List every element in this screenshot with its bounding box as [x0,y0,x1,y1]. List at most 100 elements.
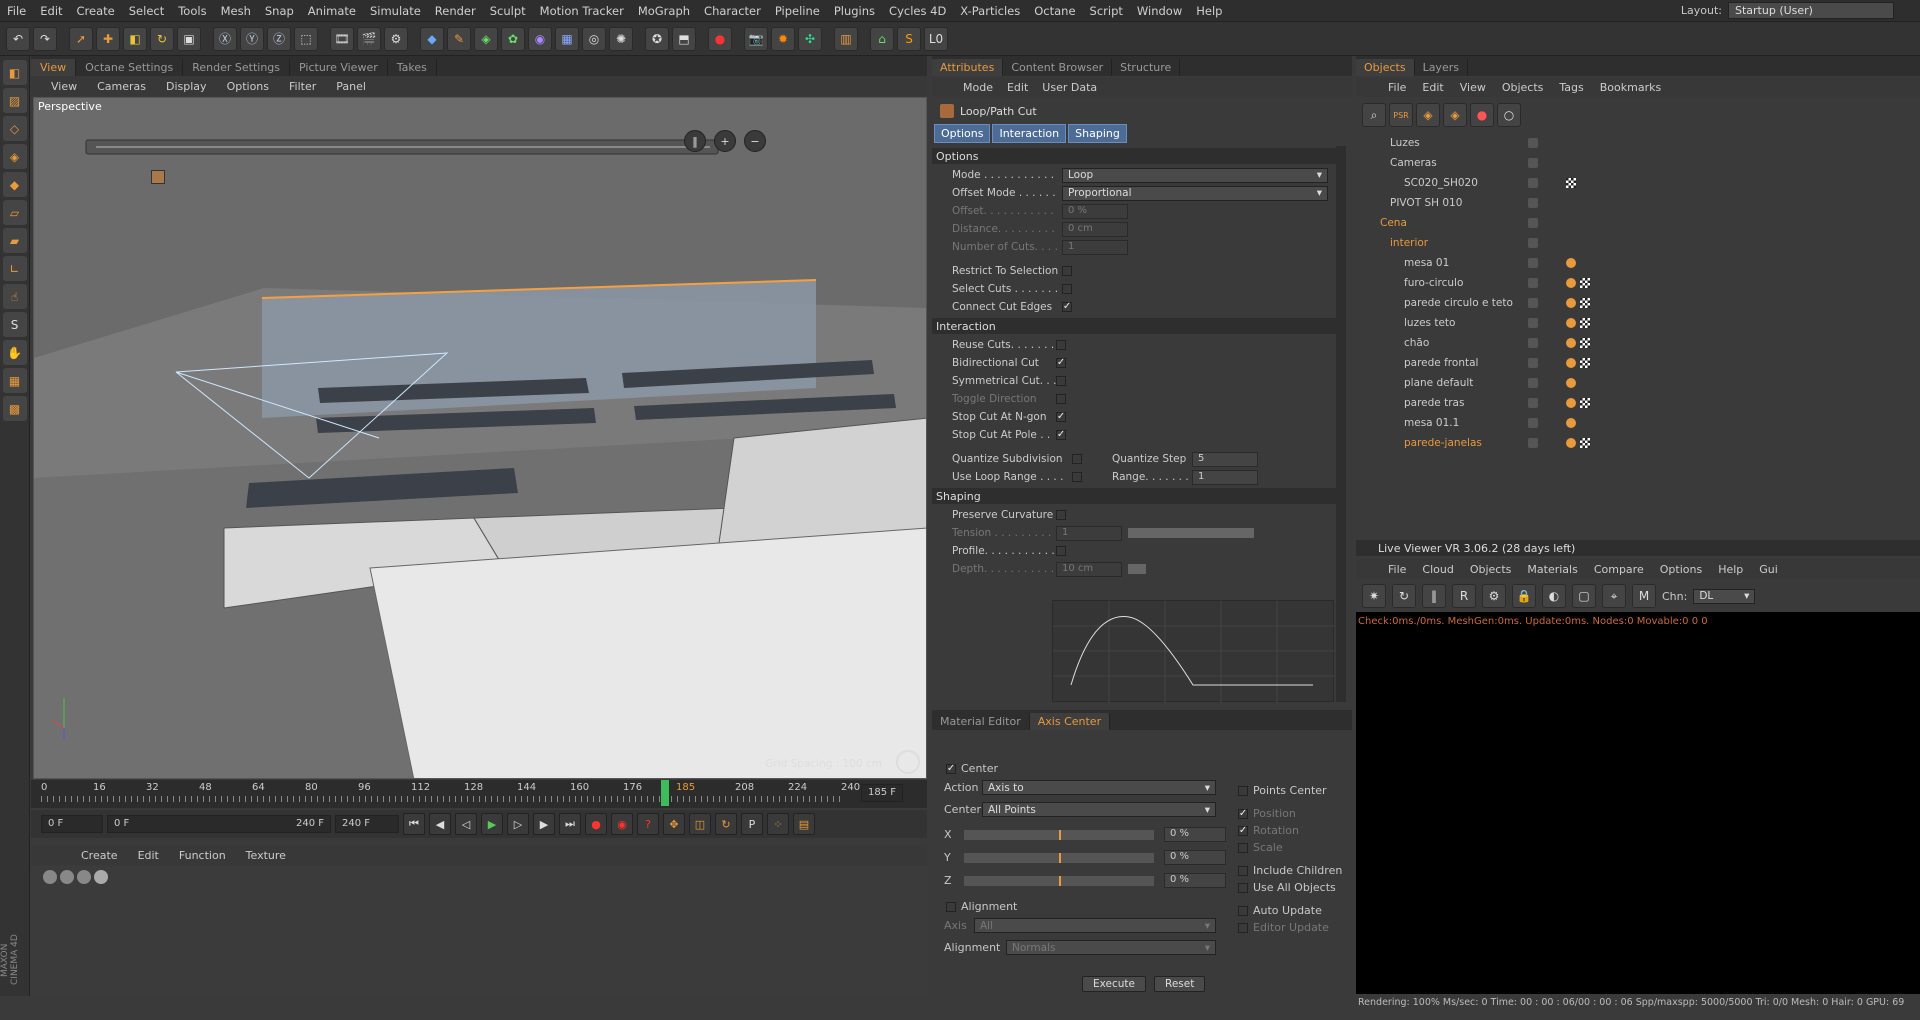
pause-icon[interactable]: ‖ [684,130,706,152]
tension-slider[interactable] [1128,528,1254,538]
script-icon[interactable]: L0 [924,26,948,51]
attributes-menu-user-data[interactable]: User Data [1035,81,1104,94]
camera-tag-icon[interactable] [1566,178,1576,188]
current-frame-field[interactable]: 185 F [861,784,904,802]
mograph-cloner-icon[interactable]: ✿ [501,26,525,51]
menu-mograph[interactable]: MoGraph [631,4,697,18]
rotate-tool-icon[interactable]: ↻ [150,26,174,51]
play-icon[interactable]: ▶ [481,813,503,835]
tab-octane-settings[interactable]: Octane Settings [76,59,184,76]
tree-row[interactable]: mesa 01 [1360,253,1915,273]
material-preview-icon[interactable]: ◐ [1542,584,1566,608]
zoom-out-icon[interactable]: − [744,130,766,152]
use-all-checkbox[interactable] [1238,882,1248,893]
objects-menu-objects[interactable]: Objects [1494,81,1552,94]
subtab-options[interactable]: Options [934,124,991,143]
tag-icon[interactable]: ◈ [1416,103,1440,127]
edges-mode-icon[interactable]: ▱ [2,200,27,225]
viewport-menu-filter[interactable]: Filter [279,80,326,93]
attributes-menu-edit[interactable]: Edit [1000,81,1035,94]
material-tag-icon[interactable] [1566,318,1576,328]
pick-material-icon[interactable]: M [1632,584,1656,608]
visibility-icon[interactable] [1528,198,1538,208]
visibility-icon[interactable] [1528,218,1538,228]
tree-row[interactable]: Cameras [1360,153,1915,173]
include-children-checkbox[interactable] [1238,865,1248,876]
menu-pipeline[interactable]: Pipeline [768,4,827,18]
menu-xparticles[interactable]: X-Particles [953,4,1027,18]
move-tool-icon[interactable]: ✚ [96,26,120,51]
lv-menu-file[interactable]: File [1380,563,1414,576]
timeline-ruler[interactable]: 0 16 32 48 64 80 96 112 128 144 160 176 … [31,780,927,808]
z-axis-icon[interactable]: Ⓩ [267,26,291,51]
quant-step-field[interactable]: 5 [1192,451,1258,467]
visibility-icon[interactable] [1528,138,1538,148]
scale-checkbox[interactable] [1238,842,1248,853]
distance-field[interactable]: 0 cm [1062,221,1128,237]
attributes-menu-mode[interactable]: Mode [956,81,1000,94]
restart-render-icon[interactable]: ↻ [1392,584,1416,608]
menu-cycles4d[interactable]: Cycles 4D [882,4,953,18]
tension-field[interactable]: 1 [1056,525,1122,541]
cube-icon[interactable]: ◆ [420,26,444,51]
lv-menu-help[interactable]: Help [1710,563,1751,576]
alignment-checkbox[interactable] [946,901,956,912]
center-checkbox[interactable]: ✓ [946,763,956,774]
material-filter-icon[interactable] [60,870,74,884]
lv-menu-cloud[interactable]: Cloud [1414,563,1461,576]
z-field[interactable]: 0 % [1164,873,1226,888]
menu-render[interactable]: Render [428,4,483,18]
clay-mode-icon[interactable]: ▢ [1572,584,1596,608]
3d-viewport[interactable]: Perspective ‖ + − Grid Spacing : 100 cm [33,97,927,779]
tab-layers[interactable]: Layers [1415,59,1468,76]
lock-icon[interactable]: 🔒 [1512,584,1536,608]
menu-simulate[interactable]: Simulate [363,4,428,18]
material-filter-icon[interactable] [77,870,91,884]
tag-icon[interactable]: ○ [1497,103,1521,127]
menu-octane[interactable]: Octane [1027,4,1082,18]
x-axis-icon[interactable]: Ⓧ [213,26,237,51]
visibility-icon[interactable] [1528,438,1538,448]
menu-tools[interactable]: Tools [171,4,213,18]
start-frame-field[interactable]: 0 F [41,815,103,833]
tree-row[interactable]: mesa 01.1 [1360,413,1915,433]
tab-objects[interactable]: Objects [1356,59,1415,76]
xp-system-icon[interactable]: ✣ [798,26,822,51]
material-manager[interactable] [31,866,927,996]
make-editable-icon[interactable]: ◧ [2,60,27,85]
pole-checkbox[interactable]: ✓ [1056,430,1066,440]
z-slider[interactable] [964,875,1154,886]
material-filter-icon[interactable] [94,870,108,884]
undo-icon[interactable]: ↶ [6,26,30,51]
objects-menu-view[interactable]: View [1452,81,1494,94]
quant-sub-checkbox[interactable] [1072,454,1082,464]
y-axis-icon[interactable]: Ⓨ [240,26,264,51]
texture-tag-icon[interactable] [1580,358,1590,368]
workplane-icon[interactable]: ✋ [2,340,27,365]
editor-update-checkbox[interactable] [1238,922,1248,933]
render-view-icon[interactable]: 🎞 [330,26,354,51]
tree-row[interactable]: furo-circulo [1360,273,1915,293]
visibility-icon[interactable] [1528,418,1538,428]
axis-dropdown[interactable]: All ▾ [974,918,1216,933]
toggle-checkbox[interactable] [1056,394,1066,404]
tree-row[interactable]: parede frontal [1360,353,1915,373]
lock-workplane-icon[interactable]: ▩ [2,396,27,421]
timeline-playhead[interactable] [661,780,669,806]
tab-structure[interactable]: Structure [1112,59,1181,76]
tree-row[interactable]: Cena [1360,213,1915,233]
light-icon[interactable]: ✺ [609,26,633,51]
execute-button[interactable]: Execute [1082,976,1146,992]
material-tag-icon[interactable] [1566,378,1576,388]
lv-menu-materials[interactable]: Materials [1519,563,1585,576]
objects-menu-file[interactable]: File [1380,81,1414,94]
material-menu-create[interactable]: Create [71,849,128,862]
menu-edit[interactable]: Edit [33,4,69,18]
deformer-icon[interactable]: ◉ [528,26,552,51]
preview-range-slider[interactable]: 0 F 240 F [107,815,331,833]
visibility-icon[interactable] [1528,398,1538,408]
menu-snap[interactable]: Snap [258,4,301,18]
depth-slider[interactable] [1128,564,1146,574]
key-rotation-icon[interactable]: ↻ [715,813,737,835]
menu-animate[interactable]: Animate [301,4,363,18]
